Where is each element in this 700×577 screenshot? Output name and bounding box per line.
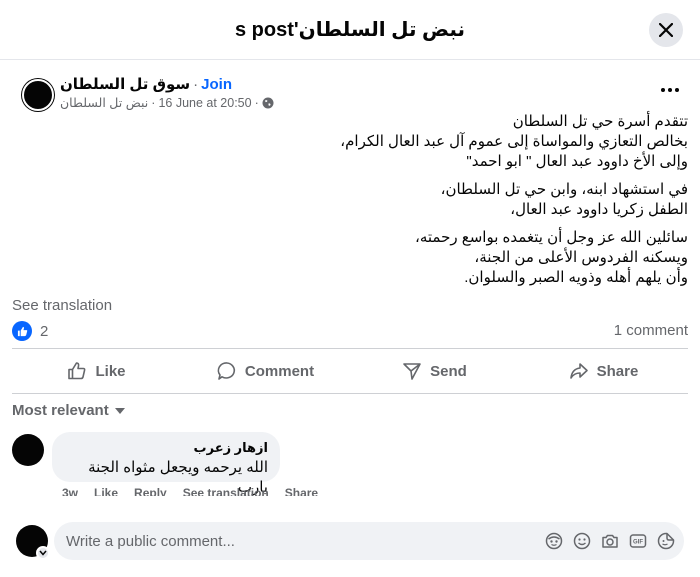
- like-label: Like: [95, 362, 126, 380]
- share-label: Share: [596, 362, 639, 380]
- close-icon: [659, 23, 673, 37]
- reaction-count: 2: [40, 322, 49, 340]
- comment-reply-button[interactable]: Reply: [134, 486, 167, 496]
- comment-author[interactable]: ازهار زعرب: [64, 440, 268, 456]
- share-button[interactable]: Share: [519, 349, 688, 393]
- profile-switch-button[interactable]: [36, 546, 50, 560]
- author-name-link[interactable]: نبض تل السلطان: [60, 95, 148, 110]
- more-icon: [661, 88, 679, 92]
- comments-count-link[interactable]: 1 comment: [614, 322, 688, 339]
- dialog-header: نبض تل السلطان's post: [0, 0, 700, 60]
- camera-button[interactable]: [600, 531, 620, 551]
- chevron-down-icon: [39, 550, 47, 556]
- camera-icon: [602, 534, 618, 548]
- comment-share-button[interactable]: Share: [285, 486, 318, 496]
- close-button[interactable]: [649, 13, 683, 47]
- commenter-avatar[interactable]: [12, 434, 44, 466]
- post-action-bar: Like Comment Send Share: [12, 348, 688, 394]
- globe-icon: [262, 97, 274, 108]
- emoji-button[interactable]: [572, 531, 592, 551]
- comment-see-translation[interactable]: See translation: [183, 486, 269, 496]
- sticker-button[interactable]: [656, 531, 676, 551]
- svg-text:GIF: GIF: [633, 540, 643, 546]
- like-button[interactable]: Like: [12, 349, 181, 393]
- sort-label: Most relevant: [12, 402, 109, 419]
- post-body: تتقدم أسرة حي تل السلطان بخالص التعازي و…: [68, 112, 688, 296]
- reactions-summary[interactable]: 2: [12, 321, 48, 341]
- sticker-icon: [657, 532, 675, 550]
- comment-like-button[interactable]: Like: [94, 486, 118, 496]
- comment-composer: GIF: [54, 522, 684, 560]
- dialog-title: نبض تل السلطان's post: [234, 19, 466, 41]
- post-paragraph: تتقدم أسرة حي تل السلطان بخالص التعازي و…: [340, 113, 688, 170]
- post-paragraph: سائلين الله عز وجل أن يتغمده بواسع رحمته…: [414, 229, 688, 286]
- comment-button[interactable]: Comment: [181, 349, 350, 393]
- see-translation-link[interactable]: See translation: [12, 297, 112, 314]
- comment-time[interactable]: 3w: [62, 486, 78, 496]
- dot-separator: ·: [254, 95, 259, 110]
- comment-input[interactable]: [66, 522, 526, 560]
- post-group-line: سوق تل السلطان · Join: [60, 75, 232, 93]
- send-icon: [403, 363, 421, 380]
- join-button[interactable]: Join: [201, 76, 232, 93]
- more-options-button[interactable]: [657, 80, 683, 100]
- group-name-link[interactable]: سوق تل السلطان: [60, 76, 190, 93]
- thumbs-up-icon: [68, 362, 86, 380]
- avatar-sticker-button[interactable]: [544, 531, 564, 551]
- post-timestamp[interactable]: 16 June at 20:50: [158, 96, 251, 110]
- composer-icons: GIF: [544, 531, 676, 551]
- comment-label: Comment: [244, 362, 315, 380]
- dot-separator: ·: [151, 95, 156, 110]
- gif-icon: GIF: [629, 534, 647, 548]
- gif-button[interactable]: GIF: [628, 531, 648, 551]
- share-icon: [569, 363, 588, 379]
- comment-bubble: ازهار زعرب الله يرحمه ويجعل مثواه الجنة …: [52, 432, 280, 496]
- post-paragraph: في استشهاد ابنه، وابن حي تل السلطان، الط…: [440, 181, 688, 218]
- send-button[interactable]: Send: [350, 349, 519, 393]
- like-reaction-icon: [12, 321, 32, 341]
- dot-separator: ·: [193, 76, 199, 93]
- group-avatar[interactable]: [22, 79, 54, 111]
- comment-sort-dropdown[interactable]: Most relevant: [12, 402, 125, 419]
- post-meta: نبض تل السلطان · 16 June at 20:50 ·: [60, 95, 274, 110]
- send-label: Send: [430, 362, 467, 380]
- comment-actions: 3w Like Reply See translation Share: [62, 486, 318, 496]
- emoji-icon: [573, 532, 591, 550]
- avatar-sticker-icon: [545, 532, 563, 550]
- caret-down-icon: [114, 407, 125, 414]
- comment-icon: [217, 362, 235, 380]
